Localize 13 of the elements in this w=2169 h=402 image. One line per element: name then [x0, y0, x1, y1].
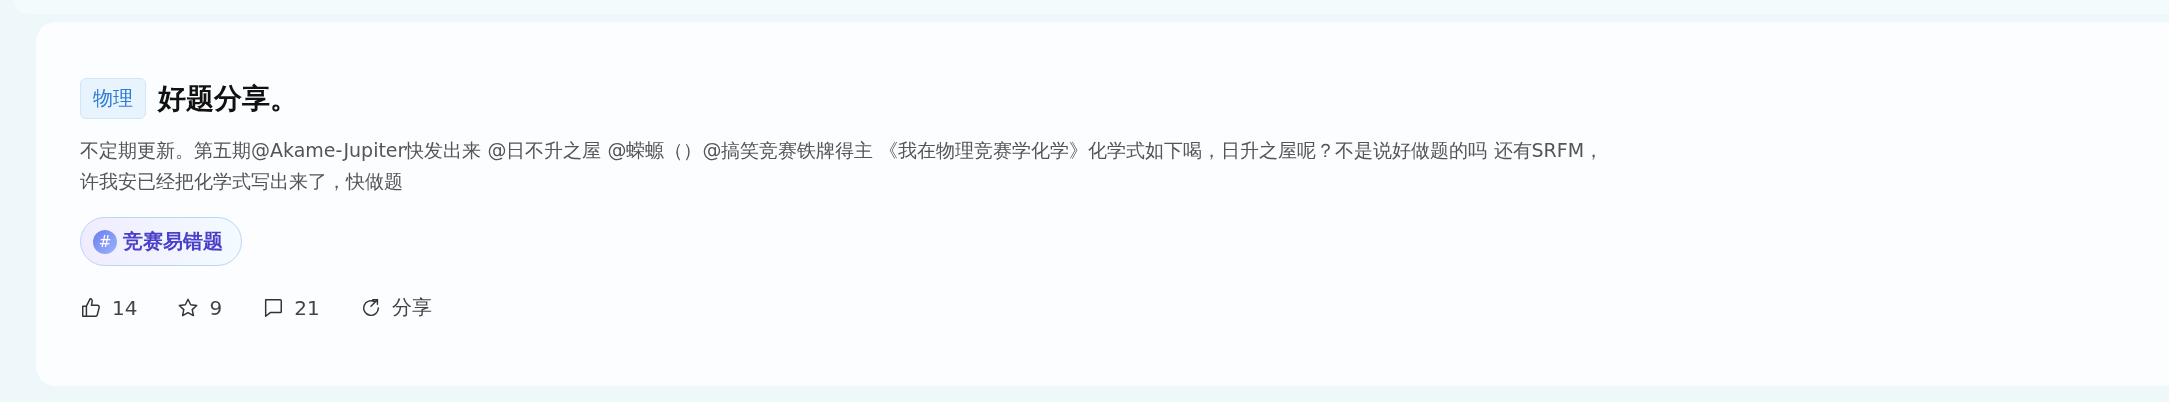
post-title: 好题分享。 — [158, 80, 298, 117]
thumbs-up-icon — [80, 296, 102, 319]
comment-icon — [262, 296, 285, 319]
star-icon — [177, 296, 200, 319]
share-button[interactable]: 分享 — [359, 294, 432, 321]
comment-button[interactable]: 21 — [262, 294, 320, 321]
category-tag: 物理 — [80, 78, 146, 119]
like-button[interactable]: 14 — [80, 294, 138, 321]
topic-label: 竞赛易错题 — [123, 228, 223, 255]
star-button[interactable]: 9 — [177, 294, 223, 321]
hash-icon: # — [93, 229, 117, 254]
post-text: 不定期更新。第五期@Akame-Jupiter快发出来 @日不升之屋 @蝾螈（）@搞笑竞赛铁牌得主 《我在物理竞赛学化学》化学式如下喝，日升之屋呢？不是说好做题的吗 还有SRFM， 许我安已经把化学式写出来了，快做题 — [80, 138, 1605, 194]
topic-tag[interactable]: # 竞赛易错题 — [80, 217, 242, 266]
